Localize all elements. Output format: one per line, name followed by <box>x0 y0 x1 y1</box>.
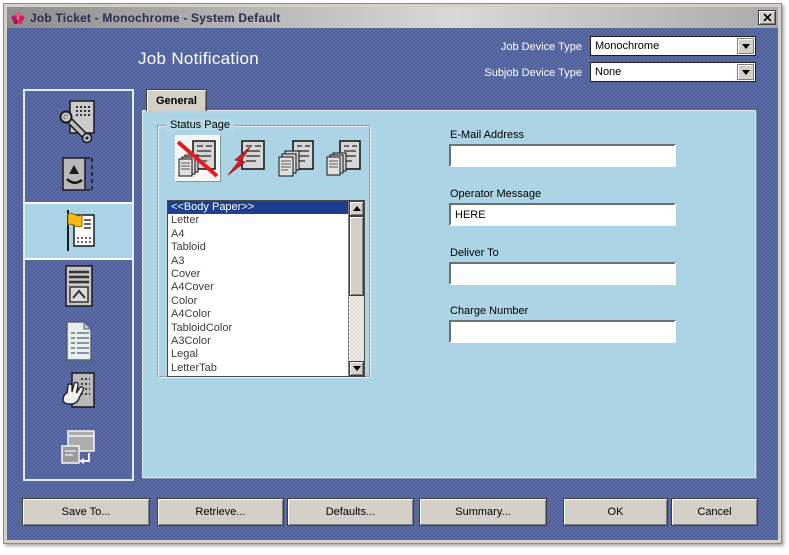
image-quality-icon <box>59 264 99 310</box>
deliver-to-field[interactable] <box>449 262 676 285</box>
list-item[interactable]: LetterTab <box>168 362 348 375</box>
chevron-down-icon[interactable] <box>737 64 754 80</box>
dialog-body: Job Notification Job Device Type Monochr… <box>7 28 778 540</box>
sidebar-item-output[interactable] <box>25 421 132 475</box>
list-item[interactable]: <<Body Paper>> <box>168 201 348 214</box>
status-page-none-button[interactable] <box>175 135 221 182</box>
email-address-label: E-Mail Address <box>450 129 524 141</box>
chevron-down-icon[interactable] <box>737 38 754 54</box>
status-page-error-icon <box>226 139 268 179</box>
summary-button[interactable]: Summary... <box>419 498 547 526</box>
list-item[interactable]: A4 <box>168 228 348 241</box>
close-button[interactable] <box>758 10 776 25</box>
close-icon <box>763 13 772 22</box>
list-item[interactable]: A3Color <box>168 335 348 348</box>
retrieve-button[interactable]: Retrieve... <box>157 498 284 526</box>
job-ticket-window: Job Ticket - Monochrome - System Default… <box>3 3 782 544</box>
operator-message-label: Operator Message <box>450 188 541 200</box>
deliver-to-label: Deliver To <box>450 247 499 259</box>
subjob-device-type-value: None <box>595 66 621 78</box>
paper-list: <<Body Paper>> Letter A4 Tabloid A3 Cove… <box>168 201 348 376</box>
status-page-stack-after-button[interactable] <box>273 135 319 182</box>
window-title: Job Ticket - Monochrome - System Default <box>30 11 281 25</box>
sidebar-item-document-text[interactable] <box>25 314 132 368</box>
sidebar-item-job-notification[interactable] <box>25 202 132 260</box>
scrollbar-thumb[interactable] <box>349 216 364 296</box>
app-icon <box>11 11 25 25</box>
status-page-stack-after-icon <box>275 139 317 179</box>
title-bar[interactable]: Job Ticket - Monochrome - System Default <box>7 7 778 28</box>
charge-number-field[interactable] <box>449 320 676 343</box>
scroll-up-icon[interactable] <box>349 201 364 216</box>
job-setup-icon <box>59 99 99 145</box>
page-title: Job Notification <box>138 49 259 69</box>
save-to-button[interactable]: Save To... <box>22 498 150 526</box>
email-address-field[interactable] <box>449 144 676 167</box>
status-page-group-label: Status Page <box>166 119 234 131</box>
ok-button[interactable]: OK <box>563 498 668 526</box>
general-panel: Status Page <box>142 110 756 478</box>
list-item[interactable]: Letter <box>168 214 348 227</box>
operator-message-field[interactable] <box>449 203 676 226</box>
status-page-error-button[interactable] <box>224 135 270 182</box>
paper-listbox: <<Body Paper>> Letter A4 Tabloid A3 Cove… <box>167 200 365 377</box>
cancel-button[interactable]: Cancel <box>671 498 758 526</box>
status-page-options <box>175 135 368 182</box>
scroll-down-icon[interactable] <box>349 361 364 376</box>
job-device-type-select[interactable]: Monochrome <box>590 36 756 56</box>
status-page-none-icon <box>177 139 219 179</box>
list-item[interactable]: A3 <box>168 255 348 268</box>
media-icon <box>59 154 99 198</box>
list-item[interactable]: TabloidColor <box>168 322 348 335</box>
status-page-group: Status Page <box>157 125 371 378</box>
finishing-icon <box>59 371 99 417</box>
paper-list-scrollbar[interactable] <box>348 201 364 376</box>
list-item[interactable]: A4Cover <box>168 281 348 294</box>
list-item[interactable]: Cover <box>168 268 348 281</box>
job-device-type-label: Job Device Type <box>410 41 582 53</box>
sidebar-item-media[interactable] <box>25 149 132 203</box>
job-device-type-value: Monochrome <box>595 40 659 52</box>
status-page-stack-before-button[interactable] <box>322 135 368 182</box>
sidebar-item-job-setup[interactable] <box>25 95 132 149</box>
list-item[interactable]: Tabloid <box>168 241 348 254</box>
status-page-stack-before-icon <box>324 139 366 179</box>
sidebar <box>23 89 134 481</box>
subjob-device-type-select[interactable]: None <box>590 62 756 82</box>
output-icon <box>59 427 99 469</box>
list-item[interactable]: Color <box>168 295 348 308</box>
document-text-icon <box>59 318 99 364</box>
charge-number-label: Charge Number <box>450 305 528 317</box>
sidebar-item-image-quality[interactable] <box>25 260 132 314</box>
defaults-button[interactable]: Defaults... <box>287 498 414 526</box>
job-notification-icon <box>59 208 99 254</box>
sidebar-item-finishing[interactable] <box>25 368 132 422</box>
list-item[interactable]: A4Color <box>168 308 348 321</box>
tab-general[interactable]: General <box>146 89 207 111</box>
subjob-device-type-label: Subjob Device Type <box>410 67 582 79</box>
list-item[interactable]: Legal <box>168 348 348 361</box>
